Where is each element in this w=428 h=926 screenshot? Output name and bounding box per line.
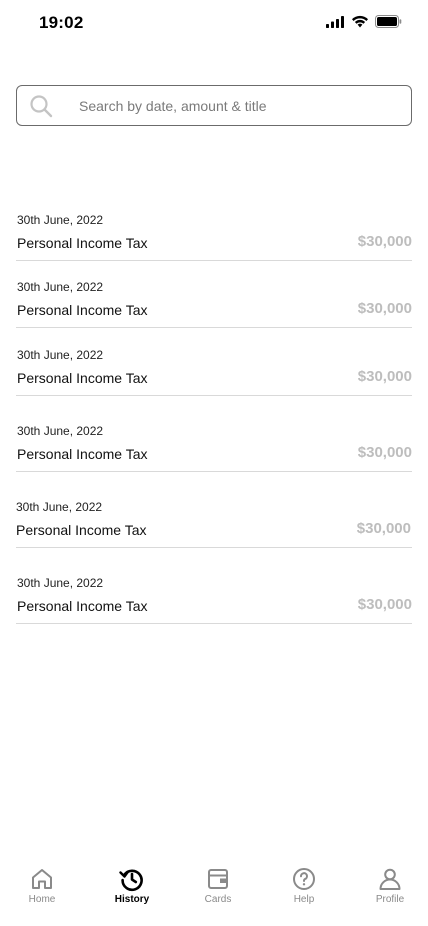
wallet-icon [208, 869, 228, 889]
transaction-title: Personal Income Tax [17, 370, 148, 386]
transaction-row[interactable]: 30th June, 2022 Personal Income Tax $30,… [16, 500, 412, 548]
transaction-title: Personal Income Tax [17, 235, 148, 251]
nav-item-cards[interactable]: Cards [188, 866, 248, 926]
transaction-row[interactable]: 30th June, 2022 Personal Income Tax $30,… [16, 424, 412, 472]
nav-label-home: Home [28, 894, 56, 905]
transaction-date: 30th June, 2022 [16, 500, 103, 514]
transaction-row[interactable]: 30th June, 2022 Personal Income Tax $30,… [16, 576, 412, 624]
history-screen: 19:02 Search by date, amount & title 30t… [0, 0, 428, 926]
transaction-title: Personal Income Tax [17, 598, 148, 614]
transaction-title: Personal Income Tax [17, 302, 148, 318]
transaction-amount: $30,000 [357, 596, 412, 613]
nav-label-history: History [114, 894, 150, 905]
transaction-title: Personal Income Tax [17, 446, 148, 462]
transaction-row[interactable]: 30th June, 2022 Personal Income Tax $30,… [16, 213, 412, 261]
transaction-date: 30th June, 2022 [17, 213, 104, 227]
search-icon [30, 95, 53, 118]
nav-item-help[interactable]: Help [274, 866, 334, 926]
transaction-amount: $30,000 [357, 233, 412, 250]
nav-label-profile: Profile [375, 894, 405, 905]
nav-label-help: Help [293, 894, 315, 905]
transaction-amount: $30,000 [356, 520, 411, 537]
status-bar: 19:02 [0, 0, 428, 46]
nav-item-home[interactable]: Home [12, 866, 72, 926]
transaction-date: 30th June, 2022 [17, 576, 104, 590]
profile-icon [379, 868, 401, 890]
transaction-row[interactable]: 30th June, 2022 Personal Income Tax $30,… [16, 280, 412, 328]
search-box[interactable] [16, 85, 412, 126]
nav-item-history[interactable]: History [102, 866, 162, 926]
transaction-date: 30th June, 2022 [17, 424, 104, 438]
transaction-amount: $30,000 [357, 368, 412, 385]
battery-icon [375, 15, 402, 28]
transaction-amount: $30,000 [357, 444, 412, 461]
transaction-amount: $30,000 [357, 300, 412, 317]
history-icon [119, 869, 143, 892]
nav-label-cards: Cards [204, 894, 232, 905]
nav-item-profile[interactable]: Profile [360, 866, 420, 926]
transaction-date: 30th June, 2022 [17, 280, 104, 294]
help-icon [293, 868, 315, 890]
transaction-date: 30th June, 2022 [17, 348, 104, 362]
home-icon [32, 869, 52, 889]
cellular-signal-icon [326, 15, 344, 28]
wifi-icon [352, 15, 368, 28]
status-icons [326, 15, 402, 28]
search-input[interactable] [77, 86, 397, 125]
bottom-nav: Home History Cards Help Profile [0, 866, 428, 926]
transaction-title: Personal Income Tax [16, 522, 147, 538]
transaction-row[interactable]: 30th June, 2022 Personal Income Tax $30,… [16, 348, 412, 396]
status-time: 19:02 [39, 13, 84, 32]
